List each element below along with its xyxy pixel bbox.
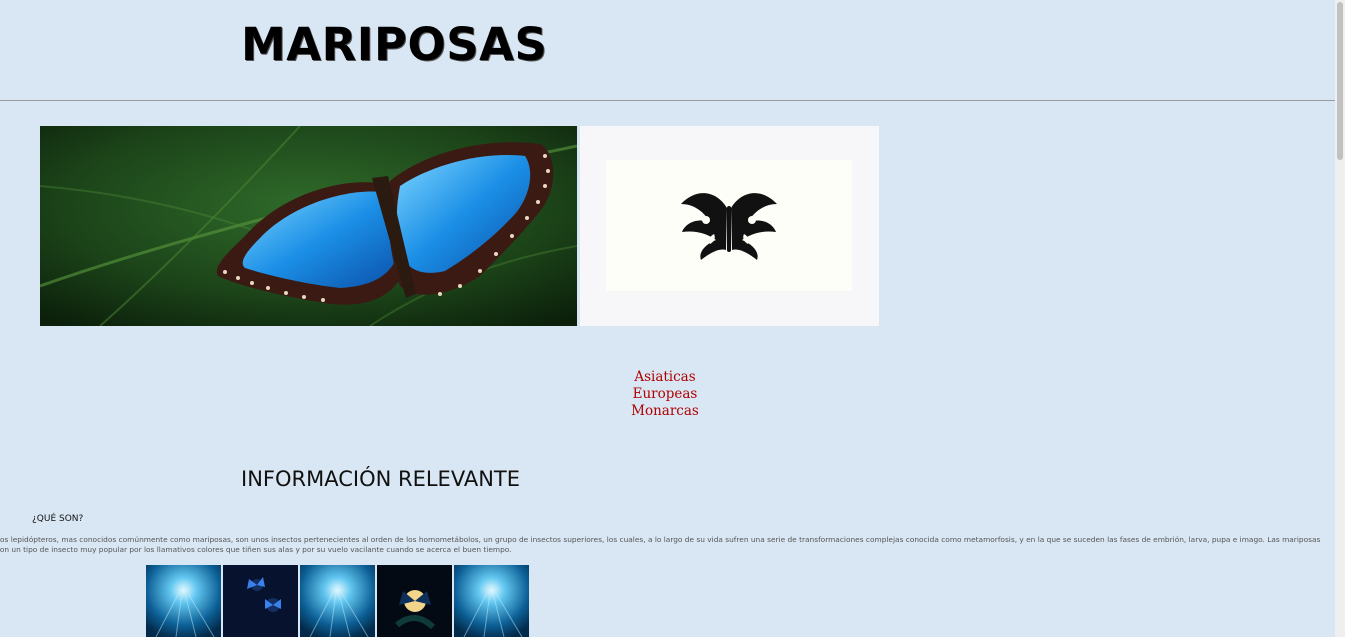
vertical-scrollbar[interactable] — [1335, 0, 1345, 637]
page: MARIPOSAS Asiaticas Europeas Monarcas IN… — [0, 0, 1335, 637]
section-heading: INFORMACIÓN RELEVANTE — [241, 467, 521, 491]
image-gallery — [146, 565, 529, 637]
gallery-thumb-underwater-2[interactable] — [300, 565, 375, 637]
site-title: MARIPOSAS — [241, 18, 548, 71]
header-divider — [0, 100, 1335, 101]
hero-butterfly-image — [40, 126, 577, 326]
nav-link-monarcas[interactable]: Monarcas — [565, 403, 765, 420]
scrollbar-thumb[interactable] — [1337, 2, 1343, 160]
butterfly-logo-icon — [606, 160, 852, 291]
nav-link-europeas[interactable]: Europeas — [565, 386, 765, 403]
gallery-thumb-blue-butterflies[interactable] — [223, 565, 298, 637]
logo-panel — [580, 126, 879, 326]
category-nav: Asiaticas Europeas Monarcas — [565, 369, 765, 420]
gallery-thumb-underwater-1[interactable] — [146, 565, 221, 637]
info-paragraph: Los lepidópteros, mas conocidos comúnmen… — [0, 535, 1321, 554]
gallery-thumb-underwater-3[interactable] — [454, 565, 529, 637]
nav-link-asiaticas[interactable]: Asiaticas — [565, 369, 765, 386]
sub-heading: ¿QUÉ SON? — [32, 514, 84, 524]
gallery-thumb-butterfly-moon[interactable] — [377, 565, 452, 637]
